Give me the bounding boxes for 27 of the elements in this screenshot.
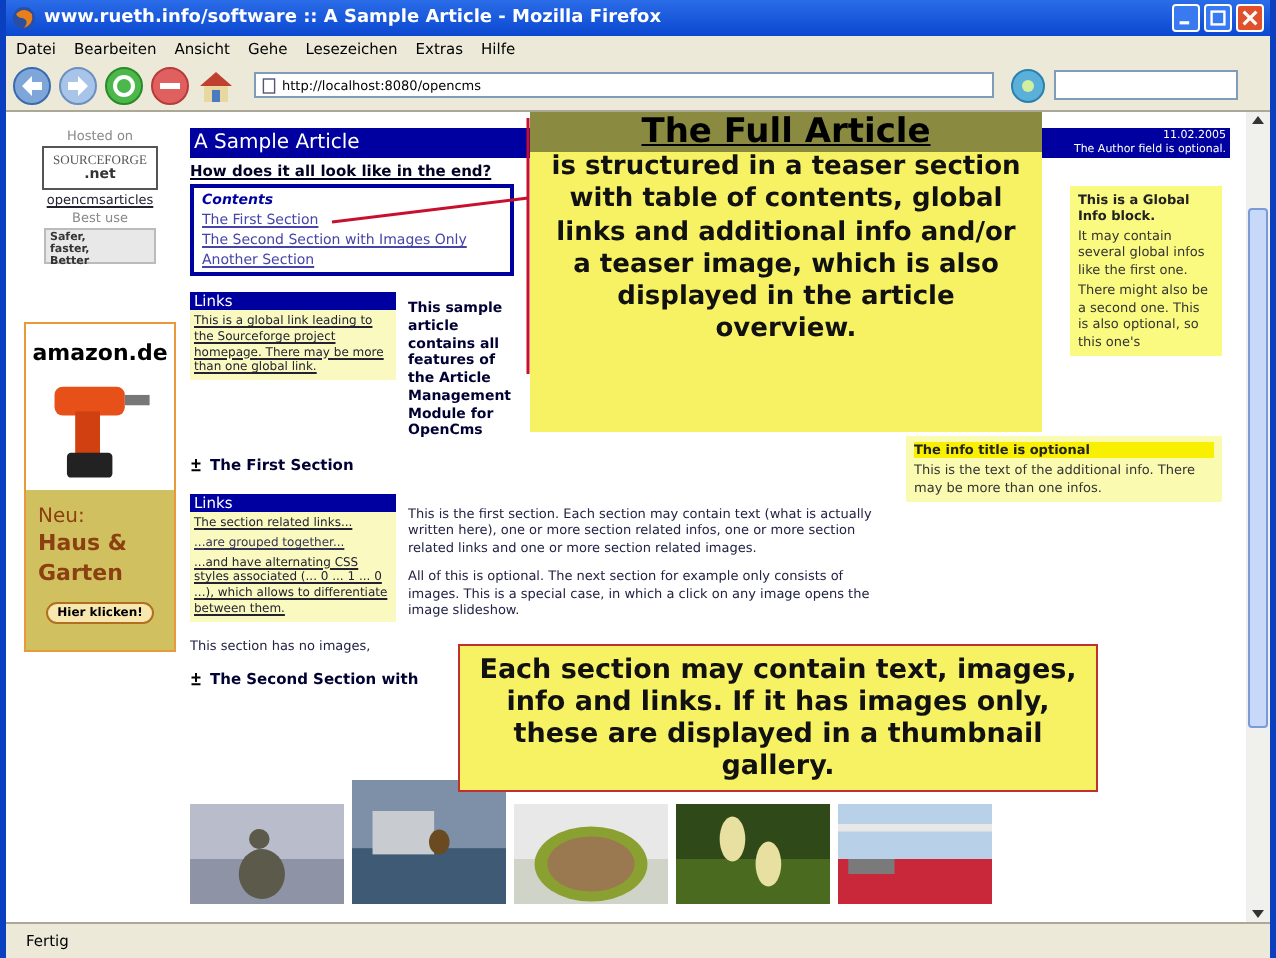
reload-icon[interactable] (104, 65, 144, 105)
ad-text: Neu: (36, 506, 85, 528)
forward-icon[interactable] (58, 65, 98, 105)
window-title: www.rueth.info/software :: A Sample Article - Mozilla Firefox (44, 8, 664, 28)
close-button[interactable] (1236, 4, 1264, 32)
maximize-icon (1210, 10, 1226, 26)
back-icon[interactable] (12, 65, 52, 105)
callout-text: is structured in a teaser section with table of contents, global links and additional info and/or a teaser image, which is also displayed in the article overview. (549, 152, 1023, 347)
browser-icon (12, 6, 36, 30)
callout-text: Each section may contain text, images, info and links. If it has images only, these are displayed in a thumbnail gallery. (477, 653, 1079, 783)
stop-icon[interactable] (150, 65, 190, 105)
ad-logo: amazon.de (26, 324, 174, 366)
scroll-down-icon[interactable] (1250, 906, 1266, 922)
scroll-up-icon[interactable] (1250, 112, 1266, 128)
close-icon (1242, 10, 1258, 26)
article-title: A Sample Article (194, 132, 360, 154)
go-icon[interactable] (1008, 65, 1048, 105)
callout-title: The Full Article (530, 112, 1042, 152)
drill-icon (26, 366, 174, 490)
minimize-button[interactable] (1172, 4, 1200, 32)
maximize-button[interactable] (1204, 4, 1232, 32)
search-field[interactable] (1054, 70, 1238, 100)
ad-headline: Haus & Garten (36, 528, 129, 590)
scrollbar[interactable] (1246, 112, 1270, 922)
page-icon (262, 77, 276, 93)
expand-icon[interactable] (190, 458, 202, 472)
expand-icon[interactable] (190, 672, 202, 687)
